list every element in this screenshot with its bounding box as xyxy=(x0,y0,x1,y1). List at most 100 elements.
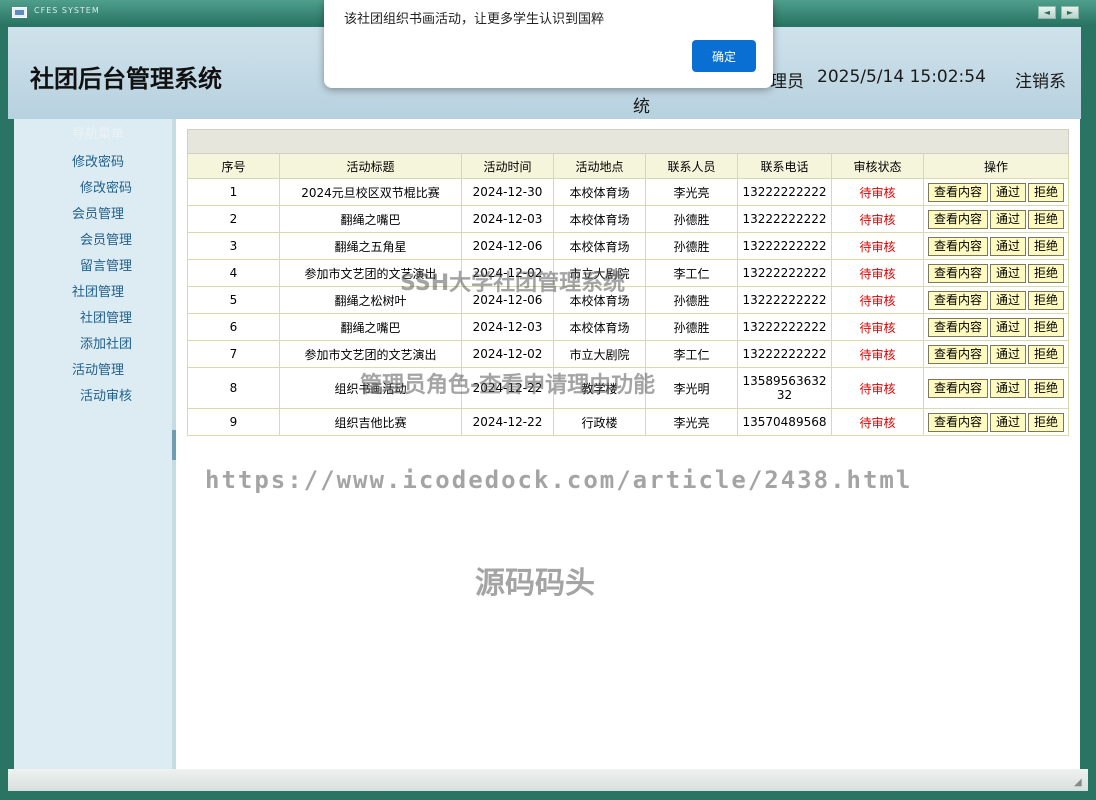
cell-location: 本校体育场 xyxy=(553,205,646,233)
sidebar-group-activities[interactable]: 活动管理 xyxy=(72,359,124,378)
view-content-button[interactable]: 查看内容 xyxy=(927,209,988,229)
cell-status: 待审核 xyxy=(831,313,924,341)
cell-index: 2 xyxy=(187,205,280,233)
table-row: 4 参加市文艺团的文艺演出 2024-12-02 市立大剧院 李工仁 1322222222… xyxy=(187,259,1069,287)
view-content-button[interactable]: 查看内容 xyxy=(927,412,988,432)
cell-title: 翻绳之嘴巴 xyxy=(279,205,462,233)
cell-index: 5 xyxy=(187,286,280,314)
col-contact: 联系人员 xyxy=(645,153,738,179)
sidebar-group-change-password[interactable]: 修改密码 xyxy=(72,151,124,170)
watermark-title: SSH大学社团管理系统 xyxy=(400,271,626,296)
table-row: 7 参加市文艺团的文艺演出 2024-12-02 市立大剧院 李工仁 1322222222… xyxy=(187,340,1069,368)
table-row: 3 翻绳之五角星 2024-12-06 本校体育场 孙德胜 13222222222 待审核查… xyxy=(187,232,1069,260)
cell-phone: 13222222222 xyxy=(737,178,832,206)
alert-dialog: 该社团组织书画活动，让更多学生认识到国粹 确定 xyxy=(324,0,773,88)
sidebar-item-members[interactable]: 会员管理 xyxy=(80,229,132,248)
cell-time: 2024-12-06 xyxy=(461,232,554,260)
cell-time: 2024-12-03 xyxy=(461,205,554,233)
view-content-button[interactable]: 查看内容 xyxy=(927,378,988,398)
sidebar-group-clubs[interactable]: 社团管理 xyxy=(72,281,124,300)
view-content-button[interactable]: 查看内容 xyxy=(927,344,988,364)
approve-button[interactable]: 通过 xyxy=(989,290,1026,310)
approve-button[interactable]: 通过 xyxy=(989,317,1026,337)
reject-button[interactable]: 拒绝 xyxy=(1028,263,1065,283)
main-content: 序号 活动标题 活动时间 活动地点 联系人员 联系电话 审核状态 操作 1 202… xyxy=(176,119,1080,769)
sidebar-item-clubs[interactable]: 社团管理 xyxy=(80,307,132,326)
reject-button[interactable]: 拒绝 xyxy=(1028,412,1065,432)
cell-phone: 13222222222 xyxy=(737,259,832,287)
cell-status: 待审核 xyxy=(831,178,924,206)
cell-status: 待审核 xyxy=(831,367,924,409)
table-toolbar xyxy=(187,129,1069,154)
reject-button[interactable]: 拒绝 xyxy=(1028,236,1065,256)
cell-phone: 13222222222 xyxy=(737,313,832,341)
cell-status: 待审核 xyxy=(831,286,924,314)
approve-button[interactable]: 通过 xyxy=(989,378,1026,398)
cell-index: 4 xyxy=(187,259,280,287)
sidebar-heading: 导航菜单 xyxy=(72,127,125,142)
view-content-button[interactable]: 查看内容 xyxy=(927,236,988,256)
sidebar-nav: 导航菜单 修改密码 修改密码 会员管理 会员管理 留言管理 社团管理 社团管理 … xyxy=(14,119,174,769)
system-title: 社团后台管理系统 xyxy=(30,65,222,93)
cell-contact: 李工仁 xyxy=(645,340,738,368)
col-actions: 操作 xyxy=(923,153,1069,179)
cell-contact: 孙德胜 xyxy=(645,286,738,314)
cell-contact: 孙德胜 xyxy=(645,313,738,341)
approve-button[interactable]: 通过 xyxy=(989,236,1026,256)
prev-arrow-icon[interactable]: ◄ xyxy=(1038,6,1056,19)
cell-status: 待审核 xyxy=(831,259,924,287)
cell-contact: 李光明 xyxy=(645,367,738,409)
sidebar-item-activity-review[interactable]: 活动审核 xyxy=(80,385,132,404)
sidebar-group-members[interactable]: 会员管理 xyxy=(72,203,124,222)
next-arrow-icon[interactable]: ► xyxy=(1061,6,1079,19)
table-header-row: 序号 活动标题 活动时间 活动地点 联系人员 联系电话 审核状态 操作 xyxy=(187,153,1069,179)
reject-button[interactable]: 拒绝 xyxy=(1028,209,1065,229)
reject-button[interactable]: 拒绝 xyxy=(1028,317,1065,337)
approve-button[interactable]: 通过 xyxy=(989,182,1026,202)
cell-index: 6 xyxy=(187,313,280,341)
cell-index: 7 xyxy=(187,340,280,368)
user-role: 理员 xyxy=(770,72,804,92)
cell-location: 本校体育场 xyxy=(553,313,646,341)
cell-index: 1 xyxy=(187,178,280,206)
dialog-message: 该社团组织书画活动，让更多学生认识到国粹 xyxy=(344,12,605,27)
logout-link-wrap[interactable]: 统 xyxy=(633,92,650,117)
reject-button[interactable]: 拒绝 xyxy=(1028,344,1065,364)
cell-status: 待审核 xyxy=(831,232,924,260)
approve-button[interactable]: 通过 xyxy=(989,412,1026,432)
window-title: CFES SYSTEM xyxy=(34,6,100,15)
cell-actions: 查看内容 通过 拒绝 xyxy=(923,286,1069,314)
reject-button[interactable]: 拒绝 xyxy=(1028,290,1065,310)
col-phone: 联系电话 xyxy=(737,153,832,179)
cell-phone: 13570489568 xyxy=(737,408,832,436)
cell-status: 待审核 xyxy=(831,340,924,368)
cell-actions: 查看内容 通过 拒绝 xyxy=(923,340,1069,368)
sidebar-item-messages[interactable]: 留言管理 xyxy=(80,255,132,274)
cell-location: 本校体育场 xyxy=(553,232,646,260)
dialog-ok-button[interactable]: 确定 xyxy=(692,40,756,72)
sidebar-item-add-club[interactable]: 添加社团 xyxy=(80,333,132,352)
table-row: 1 2024元旦校区双节棍比赛 2024-12-30 本校体育场 李光亮 13222222… xyxy=(187,178,1069,206)
cell-location: 行政楼 xyxy=(553,408,646,436)
reject-button[interactable]: 拒绝 xyxy=(1028,182,1065,202)
view-content-button[interactable]: 查看内容 xyxy=(927,263,988,283)
cell-title: 翻绳之嘴巴 xyxy=(279,313,462,341)
logout-link[interactable]: 注销系 xyxy=(1015,67,1075,92)
view-content-button[interactable]: 查看内容 xyxy=(927,317,988,337)
reject-button[interactable]: 拒绝 xyxy=(1028,378,1065,398)
cell-phone: 1358956363232 xyxy=(737,367,832,409)
resize-grip-icon[interactable]: ◢ xyxy=(1074,777,1086,789)
current-datetime: 2025/5/14 15:02:54 xyxy=(817,67,986,87)
approve-button[interactable]: 通过 xyxy=(989,209,1026,229)
cell-contact: 李光亮 xyxy=(645,408,738,436)
approve-button[interactable]: 通过 xyxy=(989,263,1026,283)
sidebar-item-change-password[interactable]: 修改密码 xyxy=(80,177,132,196)
view-content-button[interactable]: 查看内容 xyxy=(927,290,988,310)
cell-index: 3 xyxy=(187,232,280,260)
cell-title: 翻绳之五角星 xyxy=(279,232,462,260)
approve-button[interactable]: 通过 xyxy=(989,344,1026,364)
cell-phone: 13222222222 xyxy=(737,340,832,368)
table-row: 2 翻绳之嘴巴 2024-12-03 本校体育场 孙德胜 13222222222 待审核 查看… xyxy=(187,205,1069,233)
view-content-button[interactable]: 查看内容 xyxy=(927,182,988,202)
cell-time: 2024-12-02 xyxy=(461,340,554,368)
